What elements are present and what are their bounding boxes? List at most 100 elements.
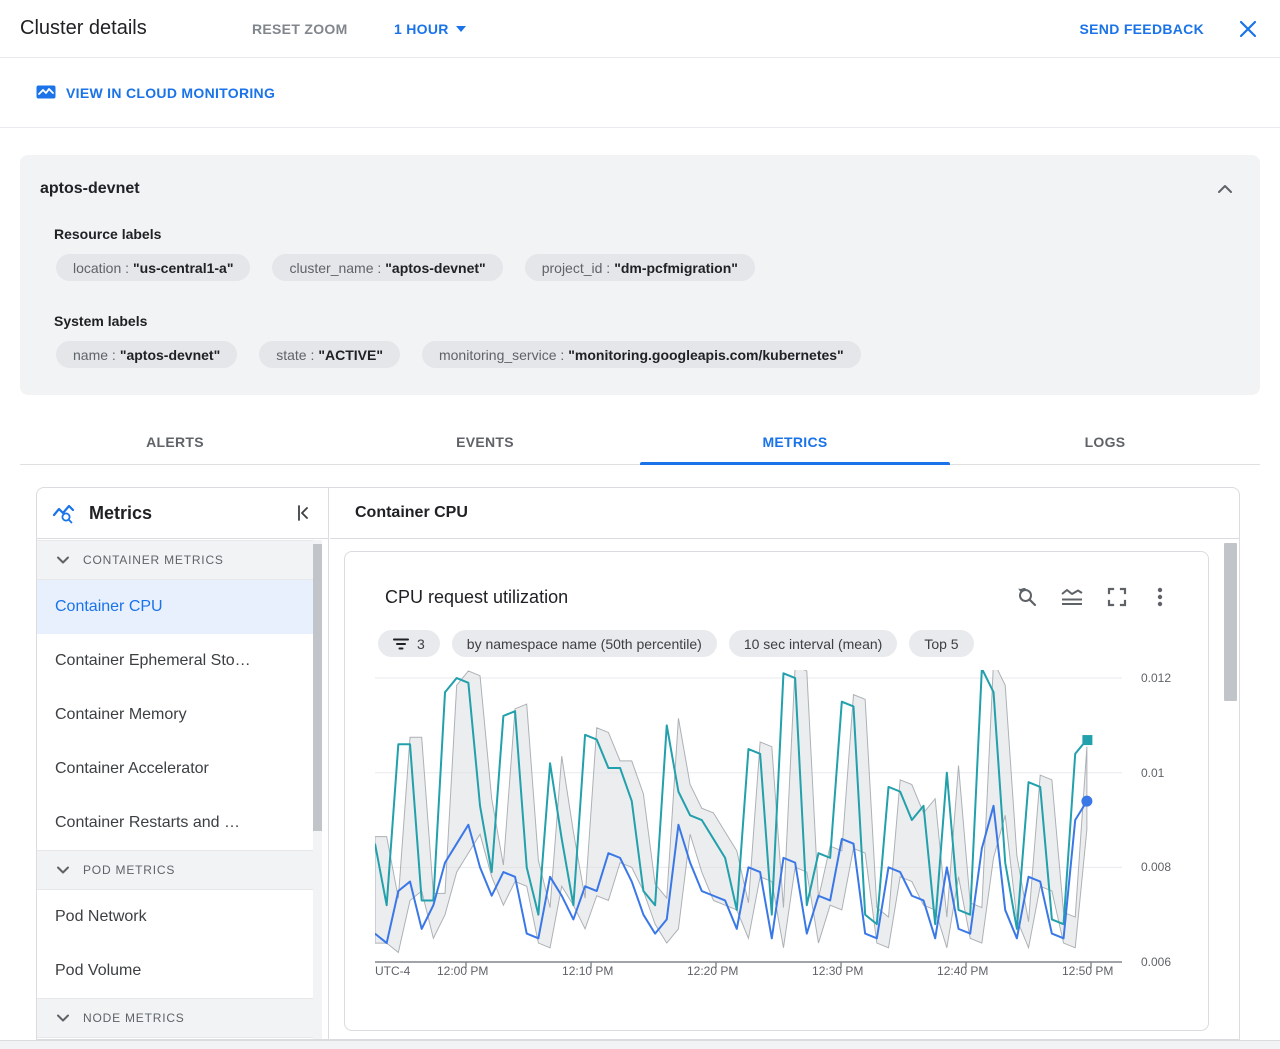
section-header-node-metrics[interactable]: NODE METRICS (37, 998, 314, 1038)
resource-label-chip-location: location : "us-central1-a" (56, 254, 251, 281)
section-label: NODE METRICS (83, 1011, 185, 1025)
zoom-reset-button[interactable] (1012, 582, 1042, 612)
close-button[interactable] (1234, 15, 1262, 43)
system-label-chip-state: state : "ACTIVE" (259, 341, 400, 368)
timezone-label: UTC-4 (375, 964, 411, 978)
area-chart-toggle-button[interactable] (1056, 582, 1088, 612)
sidebar-item-container-ephemeral-sto[interactable]: Container Ephemeral Sto… (37, 634, 314, 688)
teal-series-end-marker (1082, 735, 1093, 746)
tab-logs[interactable]: LOGS (950, 420, 1260, 464)
sidebar-item-pod-volume[interactable]: Pod Volume (37, 944, 314, 998)
label-value: "us-central1-a" (133, 259, 234, 276)
system-labels-title: System labels (54, 313, 148, 329)
system-labels-row: name : "aptos-devnet" state : "ACTIVE" monit… (56, 341, 861, 368)
tab-alerts[interactable]: ALERTS (20, 420, 330, 464)
chart-chip-3[interactable]: Top 5 (909, 630, 974, 657)
collapse-card-button[interactable] (1214, 175, 1242, 203)
chevron-down-icon (55, 1010, 71, 1026)
tab-events[interactable]: EVENTS (330, 420, 640, 464)
chart-title: CPU request utilization (385, 587, 569, 607)
chip-label: 3 (417, 635, 425, 652)
chart-chip-1[interactable]: by namespace name (50th percentile) (451, 630, 717, 657)
x-axis-tick-label: 12:30 PM (812, 964, 864, 978)
resource-labels-title: Resource labels (54, 226, 162, 242)
metrics-icon (51, 501, 77, 525)
page-title: Cluster details (20, 17, 147, 39)
section-header-container-metrics[interactable]: CONTAINER METRICS (37, 540, 314, 580)
y-axis-tick-label: 0.008 (1141, 860, 1172, 875)
x-axis-tick-label: 12:50 PM (1061, 964, 1114, 978)
chart-card: CPU request utilization 3 by namespace n… (344, 551, 1209, 1031)
cluster-details-panel: Cluster details RESET ZOOM 1 HOUR SEND F… (0, 0, 1280, 1049)
label-value: "monitoring.googleapis.com/kubernetes" (568, 346, 844, 363)
label-key: project_id : (541, 259, 611, 276)
chevron-down-icon (55, 862, 71, 878)
x-axis-tick-label: 12:10 PM (562, 964, 614, 978)
label-value: "dm-pcfmigration" (614, 259, 738, 276)
area-chart-icon (1060, 586, 1084, 608)
more-options-button[interactable] (1146, 582, 1174, 612)
time-range-label: 1 HOUR (394, 20, 449, 37)
label-key: cluster_name : (289, 259, 382, 276)
fullscreen-icon (1106, 586, 1128, 608)
y-axis-tick-label: 0.01 (1141, 765, 1165, 780)
tab-metrics[interactable]: METRICS (640, 420, 950, 465)
sidebar-item-pod-network[interactable]: Pod Network (37, 890, 314, 944)
sidebar-header: Metrics (37, 488, 328, 539)
monitoring-link-label: VIEW IN CLOUD MONITORING (66, 85, 276, 101)
x-axis-tick-label: 12:40 PM (937, 964, 989, 978)
line-chart-plot[interactable] (375, 670, 1122, 968)
sidebar-item-container-memory[interactable]: Container Memory (37, 688, 314, 742)
collapse-sidebar-button[interactable] (290, 500, 316, 526)
chart-toolbar (1012, 582, 1174, 612)
sidebar-scrollbar-thumb[interactable] (313, 544, 322, 831)
main-panel-header: Container CPU (330, 488, 1239, 539)
send-feedback-button[interactable]: SEND FEEDBACK (1080, 21, 1204, 37)
sidebar-item-container-restarts-and[interactable]: Container Restarts and … (37, 796, 314, 850)
section-label: CONTAINER METRICS (83, 553, 224, 567)
reset-zoom-button[interactable]: RESET ZOOM (252, 21, 348, 37)
label-key: monitoring_service : (438, 346, 565, 363)
sidebar-title: Metrics (89, 502, 153, 523)
resource-label-chip-cluster_name: cluster_name : "aptos-devnet" (272, 254, 503, 281)
selected-metric-title: Container CPU (355, 504, 468, 521)
metrics-sidebar: Metrics CONTAINER METRICS Container CPU Co… (37, 488, 329, 1039)
sidebar-item-container-accelerator[interactable]: Container Accelerator (37, 742, 314, 796)
sidebar-list: CONTAINER METRICS Container CPU Container … (37, 540, 328, 1039)
system-label-chip-name: name : "aptos-devnet" (56, 341, 238, 368)
label-key: state : (276, 346, 315, 363)
time-range-dropdown[interactable]: 1 HOUR (394, 21, 466, 37)
chip-label: 10 sec interval (mean) (743, 635, 883, 652)
chevron-up-icon (1214, 178, 1242, 200)
x-axis-tick-label: 12:20 PM (687, 964, 739, 978)
resource-label-chip-project_id: project_id : "dm-pcfmigration" (524, 254, 755, 281)
filter-count-chip[interactable]: 3 (378, 630, 440, 657)
top-bar: Cluster details RESET ZOOM 1 HOUR SEND F… (0, 0, 1280, 58)
y-axis-labels: 0.012 0.01 0.008 0.006 (1135, 670, 1205, 969)
main-scrollbar-thumb[interactable] (1224, 543, 1237, 701)
monitoring-link-row: VIEW IN CLOUD MONITORING (0, 59, 1280, 128)
filter-icon (393, 637, 409, 651)
y-axis-tick-label: 0.012 (1141, 671, 1172, 686)
close-icon (1239, 20, 1257, 38)
x-axis-labels: UTC-4 12:00 PM 12:10 PM 12:20 PM 12:30 PM 12:… (375, 964, 1165, 984)
more-vert-icon (1150, 586, 1170, 608)
fullscreen-button[interactable] (1102, 582, 1132, 612)
x-axis-tick-label: 12:00 PM (436, 964, 489, 978)
label-key: name : (73, 346, 116, 363)
monitoring-chart-icon (36, 85, 56, 101)
chart-chip-2[interactable]: 10 sec interval (mean) (728, 630, 898, 657)
label-value: "aptos-devnet" (385, 259, 486, 276)
section-header-pod-metrics[interactable]: POD METRICS (37, 850, 314, 890)
view-in-cloud-monitoring-link[interactable]: VIEW IN CLOUD MONITORING (36, 85, 275, 101)
section-label: POD METRICS (83, 863, 176, 877)
metrics-main-panel: Container CPU CPU request utilization 3 … (330, 488, 1239, 1039)
chip-label: Top 5 (924, 635, 959, 652)
label-value: "ACTIVE" (318, 346, 383, 363)
collapse-panel-icon (294, 504, 312, 522)
resource-labels-row: location : "us-central1-a" cluster_name : "… (56, 254, 755, 281)
label-value: "aptos-devnet" (119, 346, 221, 363)
metrics-content-panel: Metrics CONTAINER METRICS Container CPU Co… (36, 487, 1240, 1040)
sidebar-item-container-cpu[interactable]: Container CPU (37, 580, 314, 634)
label-key: location : (73, 259, 130, 276)
